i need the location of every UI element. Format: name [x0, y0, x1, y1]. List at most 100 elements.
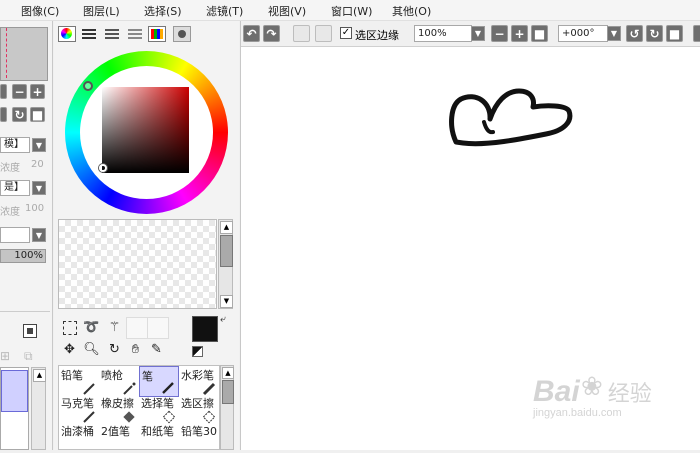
rotate-reset-button[interactable]: ↻ — [12, 107, 27, 122]
copy-layer-icon[interactable]: ⧉ — [24, 349, 38, 363]
zoom-icon[interactable]: 🔍︎ — [82, 340, 101, 359]
texture-select[interactable]: 是】 — [0, 180, 30, 196]
invert-selection-icon[interactable] — [315, 25, 332, 42]
cloud-inner-stroke — [482, 120, 495, 135]
density-value-2: 100 — [25, 203, 45, 214]
menu-other[interactable]: 其他(O) — [392, 3, 431, 19]
scratchpad-scrollbar[interactable]: ▲ ▼ — [218, 219, 233, 309]
scroll-up-icon[interactable]: ▲ — [220, 221, 233, 234]
layer-mode-select[interactable] — [0, 227, 30, 243]
flip-button[interactable] — [693, 25, 700, 42]
menu-view[interactable]: 视图(V) — [268, 3, 306, 19]
brush-bucket[interactable]: 油漆桶 — [59, 422, 99, 453]
zoom-reset-button[interactable]: ■ — [531, 25, 548, 42]
mix-slider-tab[interactable] — [128, 28, 142, 40]
zoom-in-button[interactable]: + — [511, 25, 528, 42]
opacity-value: 100% — [14, 250, 43, 261]
chevron-down-icon[interactable]: ▼ — [32, 181, 46, 195]
selection-edge-checkbox[interactable]: ✓ — [340, 27, 352, 39]
rotate-left-icon[interactable]: ↺ — [626, 25, 643, 42]
divider — [0, 311, 50, 312]
sv-marker[interactable] — [99, 164, 107, 172]
swap-colors-icon[interactable]: ⤶ — [220, 314, 226, 325]
scroll-thumb[interactable] — [222, 380, 234, 404]
chevron-down-icon[interactable]: ▼ — [607, 26, 621, 41]
scroll-up-icon[interactable]: ▲ — [33, 369, 46, 382]
layer-item-selected[interactable] — [1, 370, 28, 412]
menu-filter[interactable]: 滤镜(T) — [206, 3, 243, 19]
default-colors-icon[interactable] — [192, 346, 203, 357]
scroll-thumb[interactable] — [220, 235, 233, 267]
lasso-icon[interactable]: ➰ — [82, 318, 101, 337]
color-wheel-tab[interactable] — [58, 26, 76, 42]
layer-properties-panel: − + ↻ ■ 模】 ▼ 浓度 20 是】 ▼ 浓度 100 ▼ 100% ⊞ … — [0, 21, 52, 450]
zoom-select[interactable]: 100% — [414, 25, 472, 42]
menu-window[interactable]: 窗口(W) — [331, 3, 372, 19]
saturation-value-square[interactable] — [99, 87, 189, 173]
move-icon[interactable]: ✥ — [60, 340, 79, 359]
rgb-slider-tab[interactable] — [82, 28, 96, 40]
zoom-in-button[interactable]: + — [30, 84, 45, 99]
undo-icon[interactable]: ↶ — [243, 25, 260, 42]
menu-select[interactable]: 选择(S) — [144, 3, 182, 19]
menu-bar: 图像(C) 图层(L) 选择(S) 滤镜(T) 视图(V) 窗口(W) 其他(O… — [0, 0, 700, 21]
watermark: Bai ❀ 经验 jingyan.baidu.com — [533, 371, 652, 419]
menu-layer[interactable]: 图层(L) — [83, 3, 120, 19]
swatch-tab[interactable] — [148, 26, 166, 42]
navigator-viewport-marker — [6, 28, 7, 78]
rect-select-icon[interactable] — [60, 318, 79, 337]
canvas-toolbar: ↶ ↷ ✓ 选区边缘 100% ▼ − + ■ +000° ▼ ↺ ↻ ■ — [241, 21, 700, 47]
rotate-reset-button[interactable]: ■ — [666, 25, 683, 42]
foreground-color-swatch[interactable] — [192, 316, 218, 342]
brush-binary[interactable]: 2值笔 — [99, 422, 139, 453]
cloud-stroke — [449, 88, 573, 147]
scroll-up-icon[interactable]: ▲ — [222, 367, 234, 379]
brush-pen-selected[interactable]: 笔 — [139, 366, 179, 397]
zoom-out-button[interactable]: − — [12, 84, 27, 99]
brush-airbrush[interactable]: 喷枪 — [99, 366, 139, 397]
drawing-canvas[interactable]: Bai ❀ 经验 jingyan.baidu.com — [241, 47, 700, 450]
navigator-preview — [0, 27, 48, 81]
tool-slot-empty — [126, 317, 148, 339]
brush-eraser[interactable]: 橡皮擦 — [99, 394, 139, 425]
rotation-select[interactable]: +000° — [558, 25, 608, 42]
layer-mask-icon[interactable] — [23, 324, 37, 338]
chevron-down-icon[interactable]: ▼ — [471, 26, 485, 41]
brush-pencil-30[interactable]: 铅笔30 — [179, 422, 219, 453]
watermark-brand-cn: 经验 — [607, 381, 652, 406]
menu-image[interactable]: 图像(C) — [21, 3, 59, 19]
redo-icon[interactable]: ↷ — [263, 25, 280, 42]
layer-list-scrollbar[interactable]: ▲ — [31, 367, 46, 450]
brush-grid: 铅笔 喷枪 笔 水彩笔 马克笔 橡皮擦 选择笔 选区擦 油漆桶 2值笔 和纸笔 … — [58, 365, 220, 450]
scratchpad-tab[interactable] — [173, 26, 191, 42]
panel-divider — [52, 21, 53, 450]
hsv-slider-tab[interactable] — [105, 28, 119, 40]
opacity-slider[interactable]: 100% — [0, 249, 46, 263]
new-layer-icon[interactable]: ⊞ — [0, 349, 14, 363]
brush-watercolor[interactable]: 水彩笔 — [179, 366, 219, 397]
blend-mode-select[interactable]: 模】 — [0, 137, 30, 153]
watermark-url: jingyan.baidu.com — [533, 407, 622, 419]
rotate-right-button[interactable]: ■ — [30, 107, 45, 122]
brush-washi[interactable]: 和纸笔 — [139, 422, 179, 453]
deselect-icon[interactable] — [293, 25, 310, 42]
paw-icon: ❀ — [581, 371, 603, 401]
magic-wand-icon[interactable]: ⚚ — [105, 318, 124, 337]
nav-button-partial[interactable] — [0, 84, 7, 99]
scroll-down-icon[interactable]: ▼ — [220, 295, 233, 308]
zoom-out-button[interactable]: − — [491, 25, 508, 42]
scratchpad-area[interactable] — [58, 219, 217, 309]
rotate-button-partial[interactable] — [0, 107, 7, 122]
brush-select-eraser[interactable]: 选区擦 — [179, 394, 219, 425]
rotate-right-icon[interactable]: ↻ — [646, 25, 663, 42]
brush-pencil[interactable]: 铅笔 — [59, 366, 99, 397]
brush-marker[interactable]: 马克笔 — [59, 394, 99, 425]
eyedropper-icon[interactable]: ✎ — [147, 340, 166, 359]
chevron-down-icon[interactable]: ▼ — [32, 228, 46, 242]
hand-icon[interactable]: ✋︎ — [126, 340, 145, 359]
rotate-view-icon[interactable]: ↻ — [105, 340, 124, 359]
brush-grid-scrollbar[interactable]: ▲ — [220, 365, 234, 450]
chevron-down-icon[interactable]: ▼ — [32, 138, 46, 152]
brush-select-pen[interactable]: 选择笔 — [139, 394, 179, 425]
hue-marker[interactable] — [83, 81, 93, 91]
